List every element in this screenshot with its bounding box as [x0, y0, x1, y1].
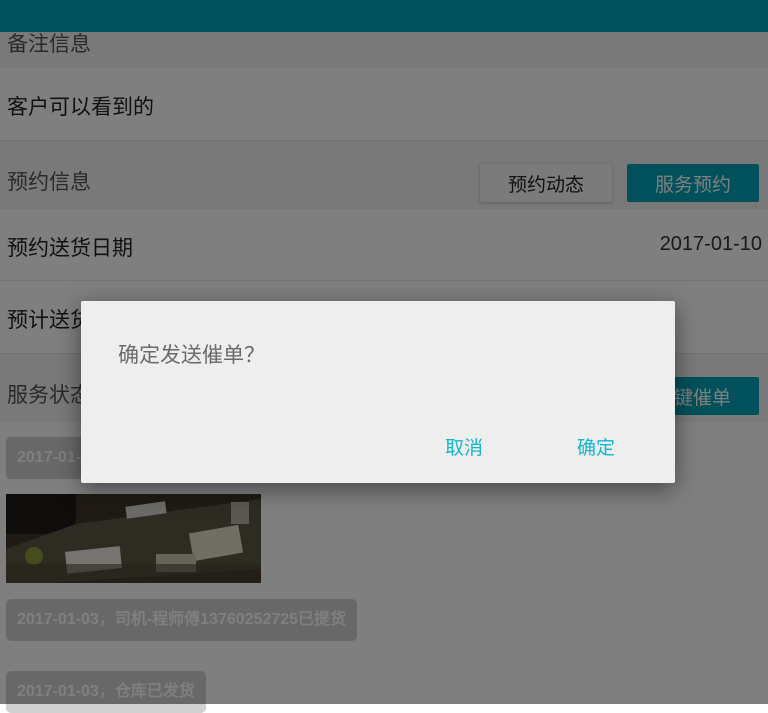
dialog-cancel-button[interactable]: 取消: [445, 433, 483, 460]
dialog-message: 确定发送催单？: [118, 343, 265, 367]
dialog-confirm-button[interactable]: 确定: [577, 433, 615, 460]
confirm-dialog: 确定发送催单？ 取消 确定: [81, 301, 675, 483]
